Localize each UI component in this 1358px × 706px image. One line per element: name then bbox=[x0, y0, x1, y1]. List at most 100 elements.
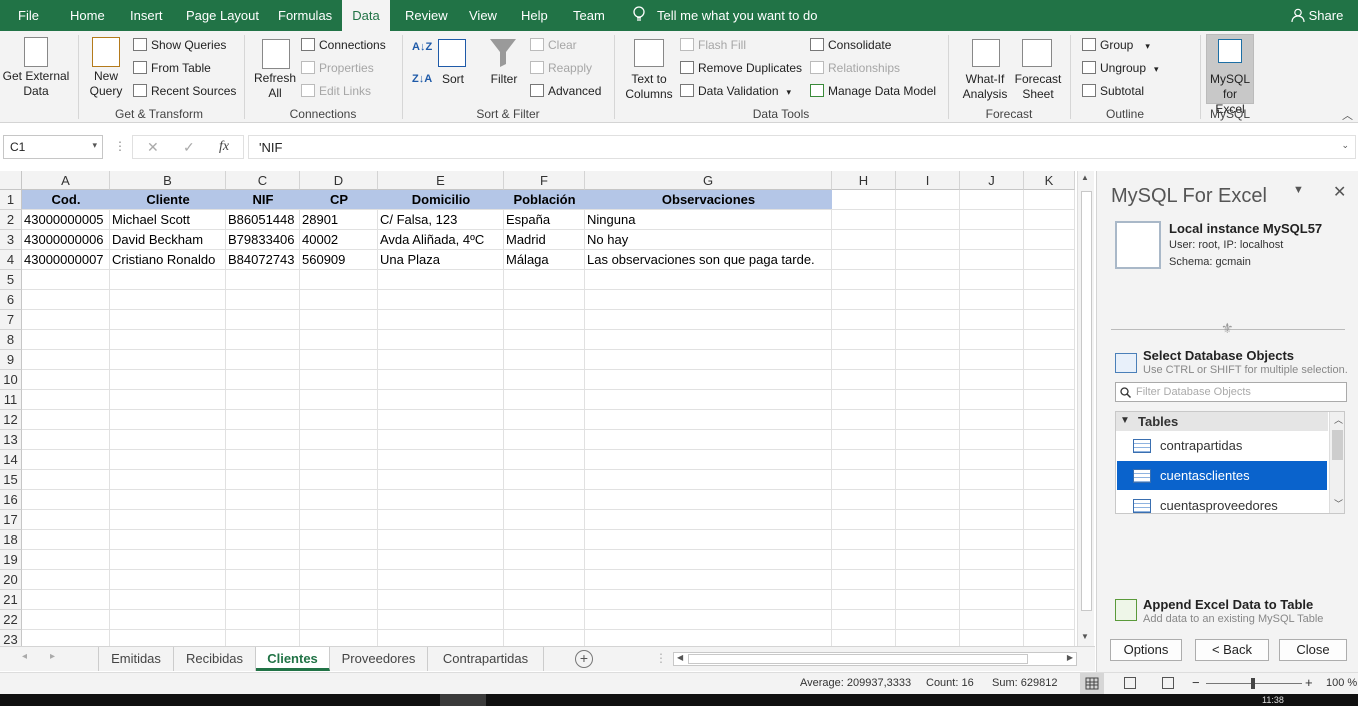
data-cell[interactable]: Una Plaza bbox=[378, 250, 504, 270]
row-header-15[interactable]: 15 bbox=[0, 470, 22, 490]
sort-button[interactable]: Sort bbox=[436, 72, 470, 87]
next-sheet-icon[interactable]: ▸ bbox=[50, 651, 55, 662]
flash-fill-button[interactable]: Flash Fill bbox=[680, 38, 746, 52]
column-header-f[interactable]: F bbox=[504, 171, 585, 190]
tab-formulas[interactable]: Formulas bbox=[278, 0, 332, 31]
data-cell[interactable]: 43000000005 bbox=[22, 210, 110, 230]
column-header-j[interactable]: J bbox=[960, 171, 1024, 190]
cancel-icon[interactable]: ✕ bbox=[147, 139, 159, 156]
tab-home[interactable]: Home bbox=[70, 0, 105, 31]
scroll-left-icon[interactable]: ◀ bbox=[677, 653, 683, 662]
forecast-sheet-button[interactable]: Forecast Sheet bbox=[1014, 72, 1062, 102]
text-to-columns-button[interactable]: Text to Columns bbox=[622, 72, 676, 102]
header-cell[interactable]: Domicilio bbox=[378, 190, 504, 209]
scroll-up-icon[interactable]: ▲ bbox=[1081, 173, 1089, 182]
scroll-right-icon[interactable]: ▶ bbox=[1067, 653, 1073, 662]
row-header-20[interactable]: 20 bbox=[0, 570, 22, 590]
row-header-11[interactable]: 11 bbox=[0, 390, 22, 410]
row-header-23[interactable]: 23 bbox=[0, 630, 22, 646]
insert-function-icon[interactable]: fx bbox=[219, 139, 229, 155]
get-external-data-button[interactable]: Get External Data bbox=[2, 69, 70, 99]
data-cell[interactable]: Málaga bbox=[504, 250, 585, 270]
sheet-tab-emitidas[interactable]: Emitidas bbox=[98, 647, 174, 671]
manage-data-model-button[interactable]: Manage Data Model bbox=[810, 84, 936, 98]
row-header-2[interactable]: 2 bbox=[0, 210, 22, 230]
zoom-out-icon[interactable]: − bbox=[1192, 675, 1200, 690]
remove-duplicates-button[interactable]: Remove Duplicates bbox=[680, 61, 802, 75]
advanced-button[interactable]: Advanced bbox=[530, 84, 601, 98]
edit-links-button[interactable]: Edit Links bbox=[301, 84, 371, 98]
row-header-19[interactable]: 19 bbox=[0, 550, 22, 570]
properties-button[interactable]: Properties bbox=[301, 61, 374, 75]
row-header-7[interactable]: 7 bbox=[0, 310, 22, 330]
share-button[interactable]: Share bbox=[1291, 0, 1343, 31]
data-cell[interactable]: B84072743 bbox=[226, 250, 300, 270]
scroll-down-icon[interactable]: ﹀ bbox=[1334, 497, 1343, 510]
select-all-corner[interactable] bbox=[0, 171, 22, 190]
page-layout-view-icon[interactable] bbox=[1124, 677, 1136, 689]
row-header-9[interactable]: 9 bbox=[0, 350, 22, 370]
row-header-21[interactable]: 21 bbox=[0, 590, 22, 610]
add-sheet-icon[interactable]: + bbox=[575, 650, 593, 668]
sheet-tab-proveedores[interactable]: Proveedores bbox=[330, 647, 428, 671]
from-table-button[interactable]: From Table bbox=[133, 61, 211, 75]
mysql-for-excel-button[interactable]: MySQL for Excel bbox=[1206, 34, 1254, 116]
reapply-button[interactable]: Reapply bbox=[530, 61, 592, 75]
filter-objects-input[interactable]: Filter Database Objects bbox=[1115, 382, 1347, 402]
row-header-18[interactable]: 18 bbox=[0, 530, 22, 550]
options-button[interactable]: Options bbox=[1110, 639, 1182, 661]
tell-me-search[interactable]: Tell me what you want to do bbox=[657, 0, 817, 31]
taskbar-excel-item[interactable] bbox=[440, 694, 486, 706]
zoom-in-icon[interactable]: + bbox=[1305, 675, 1313, 690]
new-query-button[interactable]: New Query bbox=[84, 69, 128, 99]
sheet-tab-contrapartidas[interactable]: Contrapartidas bbox=[428, 647, 544, 671]
row-header-13[interactable]: 13 bbox=[0, 430, 22, 450]
data-cell[interactable]: Las observaciones son que paga tarde. bbox=[585, 250, 845, 270]
collapse-icon[interactable]: ▼ bbox=[1120, 415, 1130, 426]
data-cell[interactable]: C/ Falsa, 123 bbox=[378, 210, 504, 230]
consolidate-button[interactable]: Consolidate bbox=[810, 38, 891, 52]
column-header-a[interactable]: A bbox=[22, 171, 110, 190]
column-header-d[interactable]: D bbox=[300, 171, 378, 190]
enter-icon[interactable]: ✓ bbox=[183, 139, 195, 156]
header-cell[interactable]: NIF bbox=[226, 190, 300, 209]
h-scroll-thumb[interactable] bbox=[688, 654, 1028, 664]
row-header-6[interactable]: 6 bbox=[0, 290, 22, 310]
refresh-all-button[interactable]: Refresh All bbox=[252, 71, 298, 101]
scroll-down-icon[interactable]: ▼ bbox=[1081, 632, 1089, 641]
row-header-5[interactable]: 5 bbox=[0, 270, 22, 290]
data-cell[interactable]: B86051448 bbox=[226, 210, 300, 230]
ungroup-button[interactable]: Ungroup ▾ bbox=[1082, 61, 1159, 75]
column-header-c[interactable]: C bbox=[226, 171, 300, 190]
column-header-h[interactable]: H bbox=[832, 171, 896, 190]
close-button[interactable]: Close bbox=[1279, 639, 1347, 661]
tab-file[interactable]: File bbox=[18, 0, 39, 31]
row-header-8[interactable]: 8 bbox=[0, 330, 22, 350]
row-header-3[interactable]: 3 bbox=[0, 230, 22, 250]
name-box[interactable]: C1 ▾ bbox=[3, 135, 103, 159]
clear-button[interactable]: Clear bbox=[530, 38, 577, 52]
data-cell[interactable]: 40002 bbox=[300, 230, 378, 250]
splitter-grip-icon[interactable]: ⚜ bbox=[1221, 320, 1234, 337]
tables-group-header[interactable]: ▼ Tables bbox=[1116, 412, 1328, 431]
header-cell[interactable]: Cliente bbox=[110, 190, 226, 209]
column-header-e[interactable]: E bbox=[378, 171, 504, 190]
vertical-scrollbar[interactable]: ▲ ▼ bbox=[1077, 171, 1094, 646]
row-header-4[interactable]: 4 bbox=[0, 250, 22, 270]
sort-za-button[interactable]: Z↓A bbox=[412, 73, 432, 85]
table-item-cuentasproveedores[interactable]: cuentasproveedores bbox=[1117, 491, 1327, 513]
data-cell[interactable]: 560909 bbox=[300, 250, 378, 270]
sort-az-button[interactable]: A↓Z bbox=[412, 41, 432, 53]
back-button[interactable]: < Back bbox=[1195, 639, 1269, 661]
formula-input[interactable]: 'NIF ⌄ bbox=[248, 135, 1356, 159]
data-cell[interactable]: Avda Aliñada, 4ºC bbox=[378, 230, 504, 250]
zoom-slider-thumb[interactable] bbox=[1251, 678, 1255, 689]
relationships-button[interactable]: Relationships bbox=[810, 61, 900, 75]
column-header-i[interactable]: I bbox=[896, 171, 960, 190]
tree-scrollbar[interactable]: ︿ ﹀ bbox=[1329, 412, 1344, 513]
table-item-contrapartidas[interactable]: contrapartidas bbox=[1117, 431, 1327, 460]
show-queries-button[interactable]: Show Queries bbox=[133, 38, 226, 52]
data-cell[interactable]: 28901 bbox=[300, 210, 378, 230]
column-header-g[interactable]: G bbox=[585, 171, 832, 190]
data-cell[interactable]: Madrid bbox=[504, 230, 585, 250]
